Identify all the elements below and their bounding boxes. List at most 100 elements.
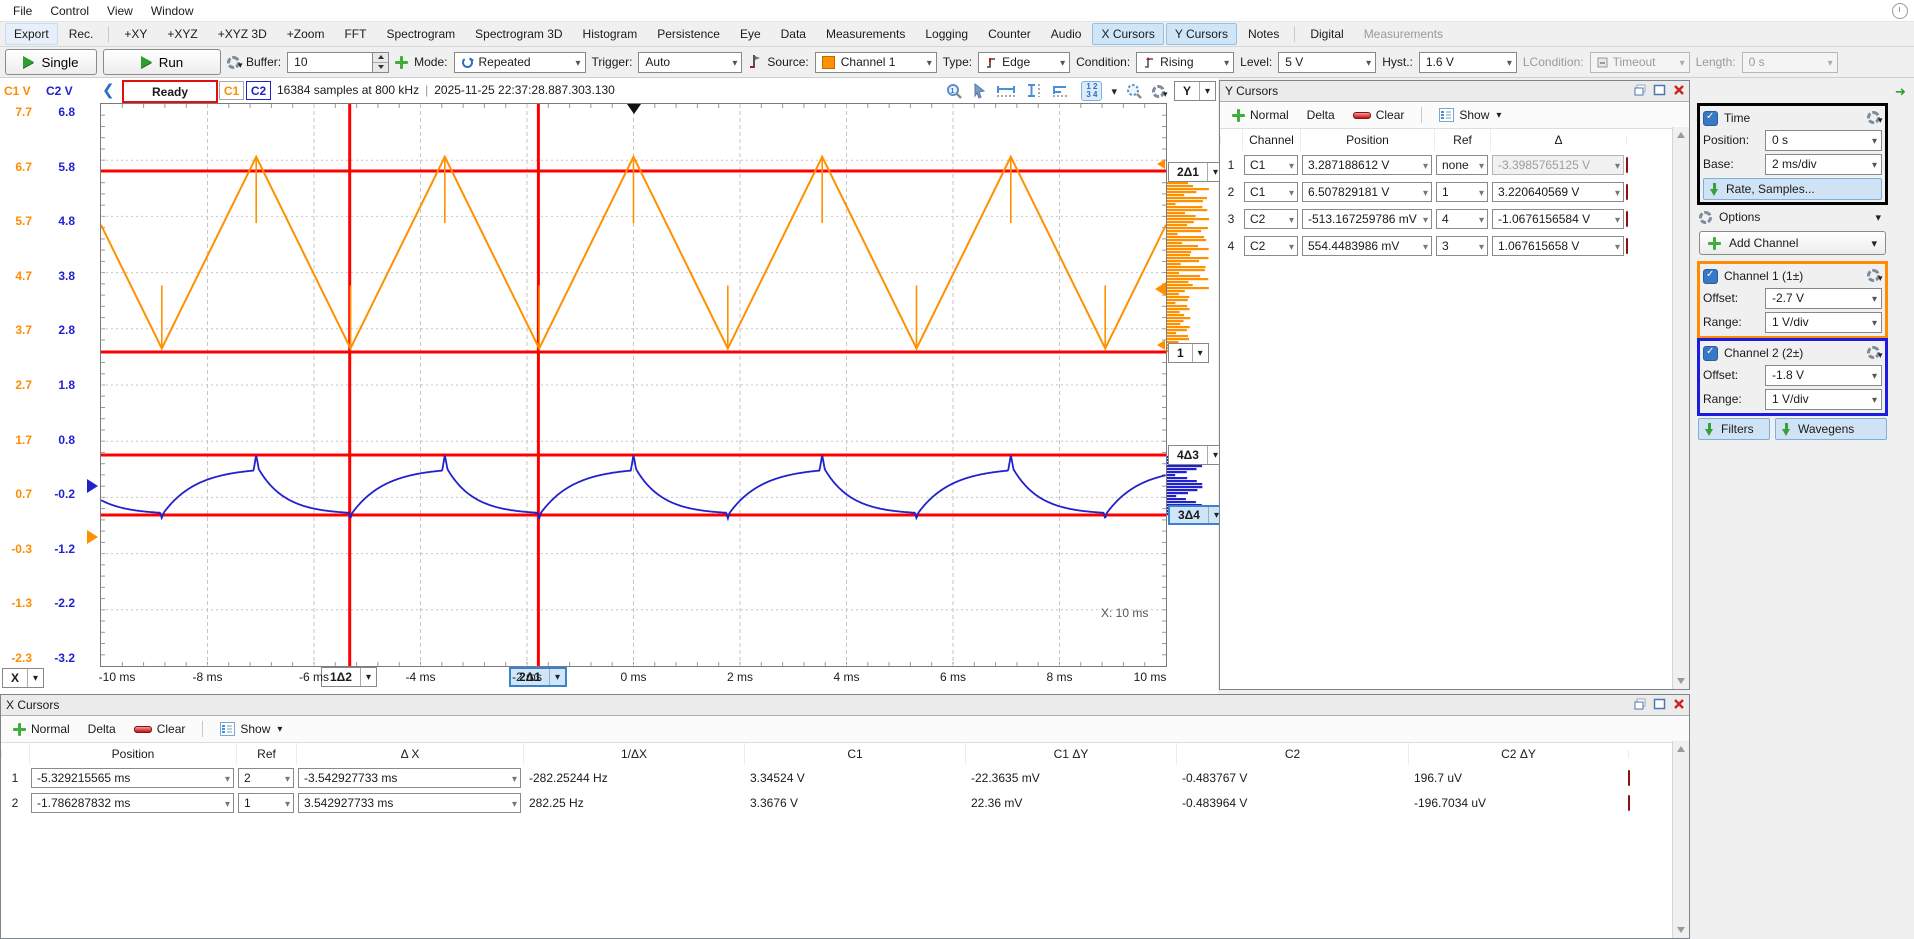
lcondition-select[interactable]: Timeout: [1590, 52, 1690, 73]
y-clear-button[interactable]: Clear: [1347, 106, 1411, 124]
delta-select[interactable]: 1.067615658 V: [1492, 236, 1624, 256]
time-base-select[interactable]: 2 ms/div: [1765, 154, 1882, 175]
level-select[interactable]: 5 V: [1278, 52, 1376, 73]
buffer-stepper[interactable]: 10: [287, 52, 389, 73]
vertical-measure-icon[interactable]: [1025, 83, 1043, 99]
menu-control[interactable]: Control: [41, 2, 98, 20]
menu-window[interactable]: Window: [142, 2, 203, 20]
rate-samples-button[interactable]: Rate, Samples...: [1703, 178, 1882, 200]
close-icon[interactable]: [1671, 697, 1686, 711]
time-gear-icon[interactable]: [1867, 111, 1880, 124]
y-cursor1-handle[interactable]: [1157, 340, 1165, 350]
y-add-normal-button[interactable]: Normal: [1226, 106, 1295, 124]
channel1-range-select[interactable]: 1 V/div: [1765, 312, 1882, 333]
tab-counter[interactable]: Counter: [979, 23, 1040, 45]
remove-cursor-button[interactable]: [1626, 238, 1628, 254]
channel2-offset-select[interactable]: -1.8 V: [1765, 365, 1882, 386]
y-marker-2d1[interactable]: 2Δ1: [1168, 162, 1224, 182]
remove-cursor-button[interactable]: [1626, 184, 1628, 200]
remove-cursor-button[interactable]: [1626, 157, 1628, 173]
x-add-delta-button[interactable]: Delta: [82, 720, 122, 738]
add-channel-dropdown-icon[interactable]: [1871, 236, 1877, 250]
delta-select[interactable]: -1.0676156584 V: [1492, 209, 1624, 229]
hysteresis-select[interactable]: 1.6 V: [1419, 52, 1517, 73]
tab-notes[interactable]: Notes: [1239, 23, 1288, 45]
wavegens-button[interactable]: Wavegens: [1775, 418, 1887, 440]
x-cursors-scrollbar[interactable]: [1672, 741, 1689, 938]
tab-audio[interactable]: Audio: [1042, 23, 1091, 45]
tab-spectrogram[interactable]: Spectrogram: [377, 23, 464, 45]
maximize-icon[interactable]: [1652, 83, 1667, 97]
time-position-select[interactable]: 0 s: [1765, 130, 1882, 151]
tab-export[interactable]: Export: [5, 23, 58, 45]
add-mode-icon[interactable]: [395, 56, 408, 69]
length-select[interactable]: 0 s: [1742, 52, 1838, 73]
delta-select[interactable]: 3.220640569 V: [1492, 182, 1624, 202]
x-axis-selector[interactable]: X: [2, 668, 44, 688]
channel1-checkbox[interactable]: [1703, 269, 1718, 284]
remove-cursor-button[interactable]: [1626, 211, 1628, 227]
position-select[interactable]: -513.167259786 mV: [1302, 209, 1432, 229]
mode-select[interactable]: Repeated: [454, 52, 586, 73]
ref-select[interactable]: none: [1436, 155, 1488, 175]
tab-digital[interactable]: Digital: [1301, 23, 1352, 45]
x-add-normal-button[interactable]: Normal: [7, 720, 76, 738]
view-dropdown-icon[interactable]: [1111, 85, 1117, 98]
trigger-level-marker[interactable]: [1155, 282, 1166, 296]
menu-view[interactable]: View: [98, 2, 142, 20]
restore-icon[interactable]: [1633, 697, 1648, 711]
run-button[interactable]: Run: [103, 49, 221, 75]
maximize-icon[interactable]: [1652, 697, 1667, 711]
delta-x-select[interactable]: 3.542927733 ms: [298, 793, 521, 813]
tab-persistence[interactable]: Persistence: [648, 23, 729, 45]
channel1-gear-icon[interactable]: [1867, 269, 1880, 282]
tab--xy[interactable]: +XY: [115, 23, 156, 45]
type-select[interactable]: Edge: [978, 52, 1070, 73]
x-clear-button[interactable]: Clear: [128, 720, 192, 738]
tab-x-cursors[interactable]: X Cursors: [1092, 23, 1163, 45]
position-select[interactable]: 6.507829181 V: [1302, 182, 1432, 202]
ref-select[interactable]: 3: [1436, 236, 1488, 256]
remove-cursor-button[interactable]: [1628, 770, 1630, 786]
channel-select[interactable]: C2: [1244, 236, 1298, 256]
ref-select[interactable]: 1: [238, 793, 294, 813]
buffer-gear-icon[interactable]: [227, 56, 240, 69]
delta-select[interactable]: -3.3985765125 V: [1492, 155, 1624, 175]
channel-select[interactable]: C2: [1244, 209, 1298, 229]
condition-select[interactable]: Rising: [1136, 52, 1234, 73]
y-add-delta-button[interactable]: Delta: [1301, 106, 1341, 124]
pointer-tool-icon[interactable]: [972, 83, 987, 99]
plot-settings-gear-icon[interactable]: [1152, 85, 1165, 98]
position-select[interactable]: 3.287188612 V: [1302, 155, 1432, 175]
x-axis-dropdown-icon[interactable]: [27, 669, 43, 687]
y-cursors-scrollbar[interactable]: [1672, 127, 1689, 689]
zoom-selection-icon[interactable]: 1: [946, 83, 963, 100]
channel1-offset-select[interactable]: -2.7 V: [1765, 288, 1882, 309]
add-channel-button[interactable]: Add Channel: [1699, 231, 1886, 255]
single-button[interactable]: Single: [5, 49, 97, 75]
c1-badge[interactable]: C1: [219, 81, 244, 100]
x-show-dropdown[interactable]: Show: [214, 720, 288, 738]
y-marker-3d4[interactable]: 3Δ4: [1168, 505, 1226, 525]
channel-select[interactable]: C1: [1244, 182, 1298, 202]
tab-spectrogram-3d[interactable]: Spectrogram 3D: [466, 23, 571, 45]
ref-select[interactable]: 2: [238, 768, 294, 788]
position-select[interactable]: 554.4483986 mV: [1302, 236, 1432, 256]
trigger-position-marker[interactable]: [627, 104, 641, 114]
edge-measure-icon[interactable]: [1052, 84, 1072, 99]
y-cursor2-handle[interactable]: [1157, 159, 1165, 169]
menu-file[interactable]: File: [4, 2, 41, 20]
source-select[interactable]: Channel 1: [815, 52, 937, 73]
remove-cursor-button[interactable]: [1628, 795, 1630, 811]
tab-fft[interactable]: FFT: [335, 23, 375, 45]
tab-eye[interactable]: Eye: [731, 23, 770, 45]
time-checkbox[interactable]: [1703, 111, 1718, 126]
y-marker-4d3[interactable]: 4Δ3: [1168, 445, 1224, 465]
expand-right-icon[interactable]: ➜: [1895, 84, 1906, 100]
horizontal-measure-icon[interactable]: [996, 84, 1016, 99]
y-show-dropdown[interactable]: Show: [1433, 106, 1507, 124]
tab--xyz-3d[interactable]: +XYZ 3D: [209, 23, 276, 45]
filters-button[interactable]: Filters: [1698, 418, 1770, 440]
tab--xyz[interactable]: +XYZ: [158, 23, 206, 45]
tab-rec-[interactable]: Rec.: [60, 23, 103, 45]
